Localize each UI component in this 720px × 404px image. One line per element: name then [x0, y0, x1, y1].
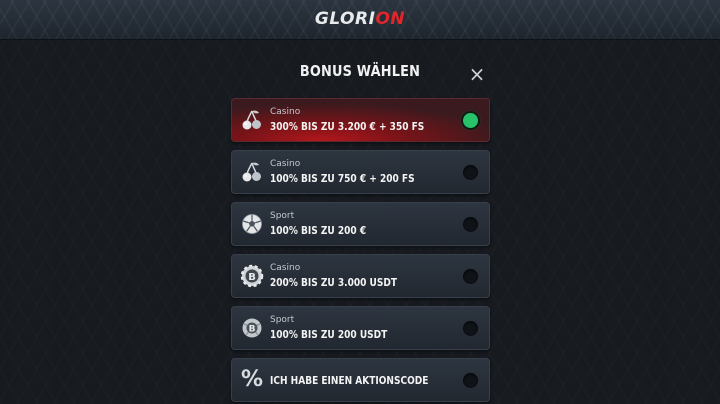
- radio-unselected[interactable]: [463, 321, 478, 336]
- option-category: Casino: [270, 159, 301, 169]
- close-button[interactable]: ×: [466, 63, 488, 85]
- option-category: Casino: [270, 263, 301, 273]
- option-category: Casino: [270, 107, 301, 117]
- logo[interactable]: GLORION: [0, 0, 720, 40]
- svg-text:B: B: [249, 325, 256, 335]
- percent-icon: %: [240, 367, 264, 392]
- option-category: Sport: [270, 211, 295, 221]
- radio-unselected[interactable]: [463, 269, 478, 284]
- soccer-ball-icon: [240, 212, 264, 236]
- option-category: Sport: [270, 315, 295, 325]
- logo-text-main: GLORI: [314, 9, 376, 29]
- radio-selected[interactable]: [463, 113, 478, 128]
- svg-text:B: B: [248, 272, 256, 283]
- option-label: 200% BIS ZU 3.000 USDT: [270, 276, 398, 289]
- bitcoin-chip-icon: B: [240, 264, 264, 288]
- logo-text-accent: ON: [375, 9, 406, 29]
- cherries-icon: [240, 108, 264, 132]
- option-label: 300% BIS ZU 3.200 € + 350 FS: [270, 120, 425, 133]
- option-label: 100% BIS ZU 200 USDT: [270, 328, 388, 341]
- bonus-option-casino-100[interactable]: Casino 100% BIS ZU 750 € + 200 FS: [231, 150, 490, 194]
- option-label: 100% BIS ZU 200 €: [270, 224, 367, 237]
- promo-code-option[interactable]: % ICH HABE EINEN AKTIONSCODE: [231, 358, 490, 402]
- bonus-option-sport-100[interactable]: Sport 100% BIS ZU 200 €: [231, 202, 490, 246]
- bonus-option-casino-200[interactable]: B Casino 200% BIS ZU 3.000 USDT: [231, 254, 490, 298]
- option-label: ICH HABE EINEN AKTIONSCODE: [270, 374, 429, 387]
- bonus-option-casino-300[interactable]: Casino 300% BIS ZU 3.200 € + 350 FS: [231, 98, 490, 142]
- close-icon: ×: [468, 62, 486, 86]
- option-label: 100% BIS ZU 750 € + 200 FS: [270, 172, 415, 185]
- radio-unselected[interactable]: [463, 373, 478, 388]
- bonus-option-sport-usdt[interactable]: B Sport 100% BIS ZU 200 USDT: [231, 306, 490, 350]
- bitcoin-ball-icon: B: [240, 316, 264, 340]
- modal-title: BONUS WÄHLEN: [299, 62, 421, 80]
- radio-unselected[interactable]: [463, 217, 478, 232]
- cherries-icon: [240, 160, 264, 184]
- radio-unselected[interactable]: [463, 165, 478, 180]
